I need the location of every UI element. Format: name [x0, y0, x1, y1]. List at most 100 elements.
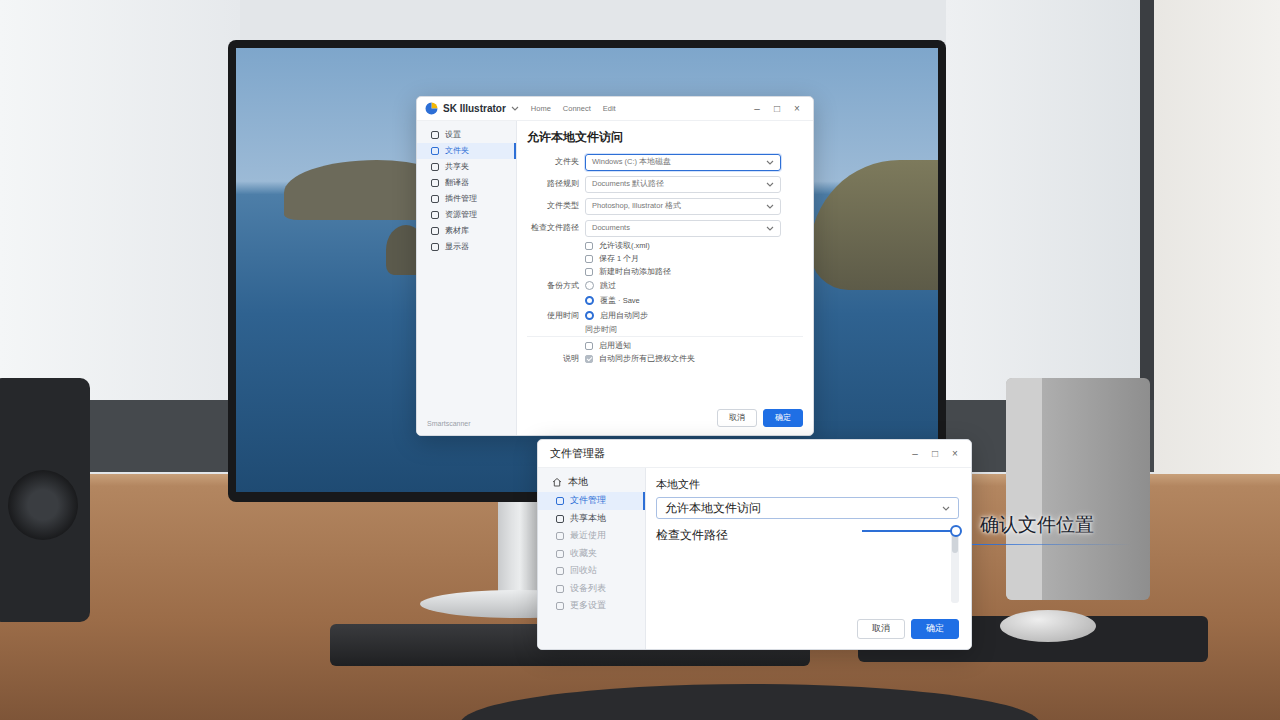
radio-row: 备份方式跳过 [527, 278, 803, 293]
sidebar-item[interactable]: 共享夹 [417, 159, 516, 175]
dropdown-value: Windows (C:) 本地磁盘 [592, 156, 671, 167]
sidebar-item: 更多设置 [538, 597, 645, 615]
app-title: SK Illustrator [443, 101, 506, 116]
check-row: 说明自动同步所有已授权文件夹 [527, 352, 803, 365]
field-label: 路径规则 [527, 178, 579, 189]
dropdown[interactable]: Windows (C:) 本地磁盘 [585, 154, 781, 171]
title-bar: SK Illustrator Home Connect Edit –□× [417, 97, 813, 121]
chevron-icon [766, 160, 774, 165]
window-pane [0, 0, 240, 400]
checkbox[interactable] [585, 255, 593, 263]
select-row: 路径规则 Documents 默认路径 [527, 173, 803, 195]
sidebar-label: 设置 [445, 129, 461, 141]
sidebar: 设置文件夹共享夹翻译器插件管理资源管理素材库显示器Smartscanner [417, 121, 517, 435]
callout-line [862, 530, 954, 532]
menu-item[interactable]: Home [531, 103, 551, 114]
sidebar-label: 文件管理 [570, 494, 606, 508]
sidebar-item[interactable]: 显示器 [417, 239, 516, 255]
sidebar-label: 共享本地 [570, 512, 606, 526]
callout-label: 确认文件位置 [980, 512, 1094, 538]
sidebar-header[interactable]: 本地 [538, 472, 645, 492]
window-button[interactable]: □ [925, 449, 945, 459]
sidebar-header-label: 本地 [568, 475, 588, 489]
field-label: 说明 [527, 353, 579, 364]
sidebar-label: 更多设置 [570, 599, 606, 613]
checkbox-label: 启用通知 [599, 340, 631, 351]
window-body: 设置文件夹共享夹翻译器插件管理资源管理素材库显示器Smartscanner允许本… [417, 121, 813, 435]
cancel-button[interactable]: 取消 [857, 619, 905, 639]
app-logo-icon [425, 102, 438, 115]
dropdown[interactable]: 允许本地文件访问 [656, 497, 959, 519]
sidebar-item[interactable]: 素材库 [417, 223, 516, 239]
page-icon [431, 227, 439, 235]
chevron-icon[interactable] [511, 106, 519, 111]
sidebar-label: 插件管理 [445, 193, 477, 205]
radio-button[interactable] [585, 281, 594, 290]
window-button[interactable]: – [747, 104, 767, 114]
button-row: 取消确定 [527, 409, 803, 427]
monitor-stand [498, 502, 542, 598]
dropdown-value: Documents 默认路径 [592, 178, 664, 189]
speaker-cone [8, 470, 78, 540]
sidebar-item: 回收站 [538, 562, 645, 580]
sidebar-label: 回收站 [570, 564, 597, 578]
sidebar-item[interactable]: 设置 [417, 127, 516, 143]
chevron-icon [766, 182, 774, 187]
checkbox[interactable] [585, 342, 593, 350]
sidebar-label: 设备列表 [570, 582, 606, 596]
select-row: 文件夹 Windows (C:) 本地磁盘 [527, 151, 803, 173]
radio-button[interactable] [585, 311, 594, 320]
window-button[interactable]: – [905, 449, 925, 459]
menu-item[interactable]: Edit [603, 103, 616, 114]
button-row: 取消确定 [656, 619, 959, 639]
confirm-button[interactable]: 确定 [911, 619, 959, 639]
path-area: 检查文件路径 [656, 525, 959, 603]
sidebar-item[interactable]: 文件管理 [538, 492, 645, 510]
house-icon [552, 477, 562, 487]
app-window: SK IllustratorHomeConnectEdit–□×设置文件夹共享夹… [416, 96, 814, 436]
radio-label: 覆盖 · Save [600, 295, 640, 306]
field-label: 文件夹 [527, 156, 579, 167]
page-icon [556, 497, 564, 505]
confirm-button[interactable]: 确定 [763, 409, 803, 427]
dropdown[interactable]: Photoshop, Illustrator 格式 [585, 198, 781, 215]
sidebar-label: 文件夹 [445, 145, 469, 157]
path-label: 检查文件路径 [656, 525, 945, 603]
check-row: 允许读取(.xml) [527, 239, 803, 252]
sidebar-item[interactable]: 插件管理 [417, 191, 516, 207]
field-label: 文件类型 [527, 200, 579, 211]
callout-dot [950, 525, 962, 537]
page-icon [556, 515, 564, 523]
window-title: 文件管理器 [550, 445, 605, 462]
sidebar-label: 收藏夹 [570, 547, 597, 561]
page-icon [556, 602, 564, 610]
cancel-button[interactable]: 取消 [717, 409, 757, 427]
dropdown-value: Photoshop, Illustrator 格式 [592, 200, 681, 211]
page-icon [556, 567, 564, 575]
sidebar-item: 设备列表 [538, 580, 645, 598]
chevron-icon [942, 506, 950, 511]
field-label: 检查文件路径 [527, 222, 579, 233]
checkbox[interactable] [585, 268, 593, 276]
mouse [1000, 610, 1096, 642]
close-button[interactable]: × [787, 104, 807, 114]
chevron-icon [766, 204, 774, 209]
close-button[interactable]: × [945, 449, 965, 459]
checkbox-label: 新建时自动添加路径 [599, 266, 671, 277]
radio-button[interactable] [585, 296, 594, 305]
checkbox[interactable] [585, 355, 593, 363]
sidebar-item[interactable]: 文件夹 [417, 143, 516, 159]
checkbox[interactable] [585, 242, 593, 250]
sidebar-item[interactable]: 资源管理 [417, 207, 516, 223]
window-button[interactable]: □ [767, 104, 787, 114]
window-controls: –□× [905, 449, 965, 459]
sidebar-item: 收藏夹 [538, 545, 645, 563]
menu-item[interactable]: Connect [563, 103, 591, 114]
sidebar-item[interactable]: 翻译器 [417, 175, 516, 191]
sidebar-item[interactable]: 共享本地 [538, 510, 645, 528]
dropdown[interactable]: Documents 默认路径 [585, 176, 781, 193]
page-icon [431, 179, 439, 187]
field-label: 使用时间 [527, 310, 579, 321]
settings-panel: 允许本地文件访问文件夹Windows (C:) 本地磁盘路径规则Document… [517, 121, 813, 435]
dropdown[interactable]: Documents [585, 220, 781, 237]
